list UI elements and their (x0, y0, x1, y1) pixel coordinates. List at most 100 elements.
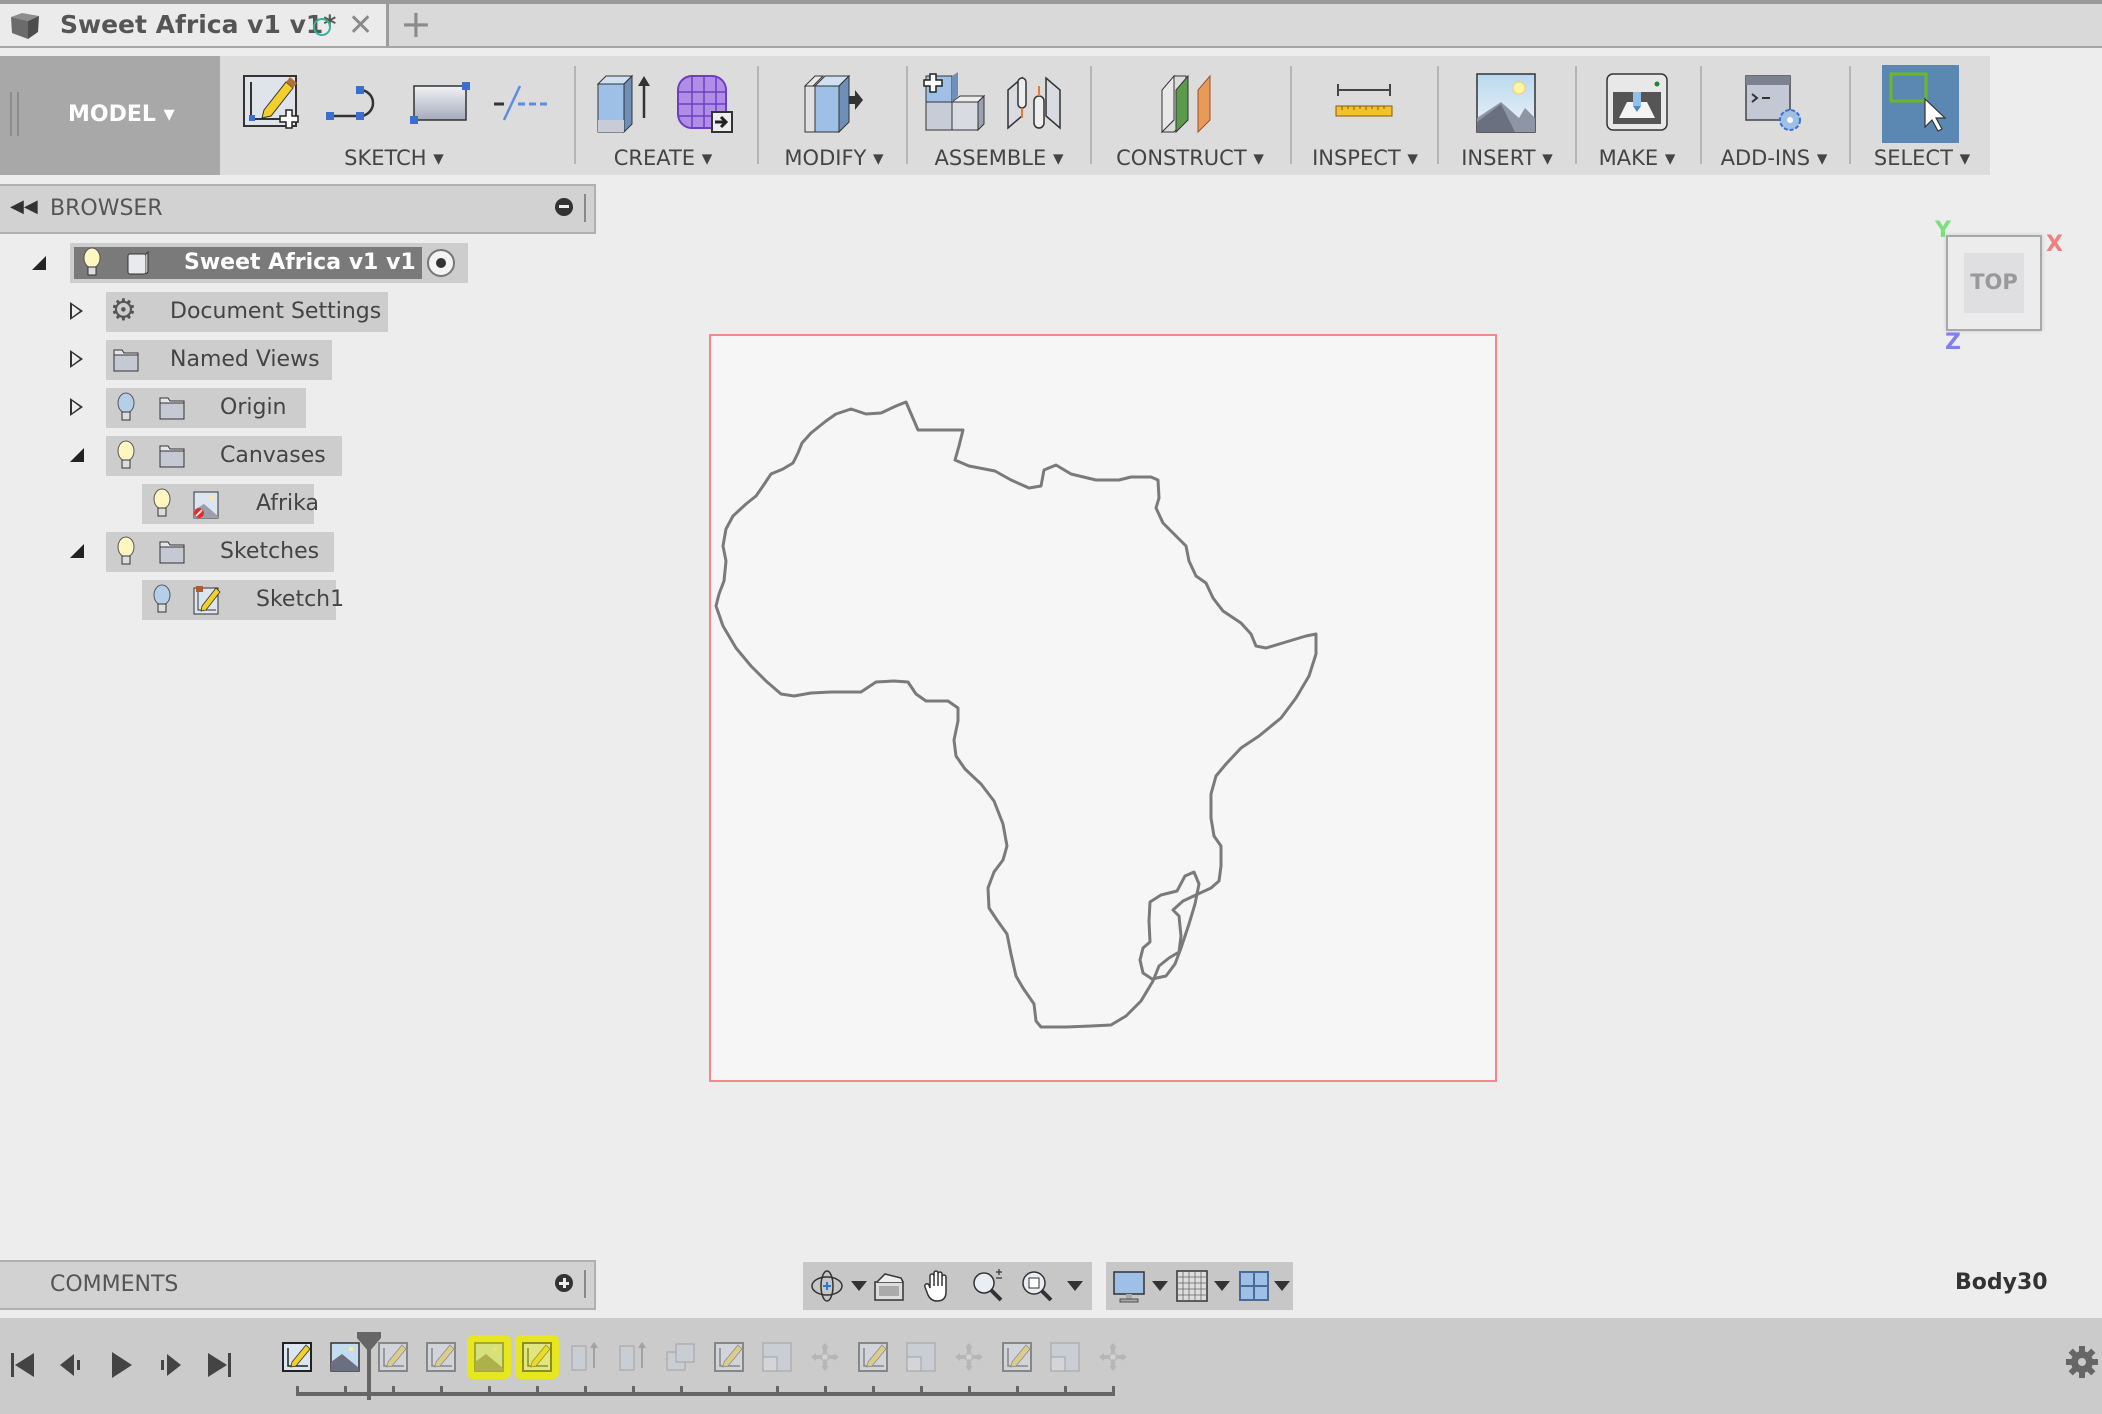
canvas-afrika[interactable] (709, 334, 1497, 1082)
rectangle-icon[interactable] (408, 72, 472, 136)
timeline-item-sketch-icon[interactable] (712, 1340, 746, 1374)
sketch-menu[interactable]: SKETCH ▾ (344, 146, 444, 170)
measure-icon[interactable] (1332, 72, 1396, 136)
look-at-icon[interactable] (871, 1268, 907, 1304)
form-icon[interactable] (672, 72, 736, 136)
expand-toggle-document-settings[interactable] (70, 302, 83, 320)
expand-toggle-origin[interactable] (70, 398, 83, 416)
lightbulb-off-icon[interactable] (152, 584, 172, 616)
timeline-item-sketch-icon[interactable] (856, 1340, 890, 1374)
timeline-item-move-icon[interactable] (808, 1340, 842, 1374)
timeline-item-extrude-icon[interactable] (568, 1340, 602, 1374)
step-back-icon[interactable] (55, 1348, 89, 1382)
timeline-item-sketch-icon[interactable] (1000, 1340, 1034, 1374)
grid-icon[interactable] (1174, 1268, 1210, 1304)
assemble-menu[interactable]: ASSEMBLE ▾ (934, 146, 1063, 170)
display-dropdown-icon[interactable] (1152, 1281, 1168, 1291)
timeline-item-sketch-icon[interactable] (424, 1340, 458, 1374)
timeline-item-sketch-icon[interactable] (520, 1340, 554, 1374)
timeline-item-combine-icon[interactable] (664, 1340, 698, 1374)
expand-toggle-canvases[interactable] (70, 448, 84, 462)
select-menu[interactable]: SELECT ▾ (1874, 146, 1970, 170)
extrude-icon[interactable] (592, 72, 656, 136)
timeline-item-body-icon[interactable] (1048, 1340, 1082, 1374)
timeline-item-canvas-icon[interactable] (472, 1340, 506, 1374)
timeline-marker[interactable] (357, 1332, 381, 1402)
lightbulb-on-icon[interactable] (82, 247, 102, 279)
lightbulb-on-icon[interactable] (152, 488, 172, 520)
browser-item-named-views[interactable]: Named Views (106, 340, 332, 380)
insert-menu[interactable]: INSERT ▾ (1461, 146, 1553, 170)
lightbulb-on-icon[interactable] (116, 440, 136, 472)
construct-menu[interactable]: CONSTRUCT ▾ (1116, 146, 1264, 170)
browser-item-afrika[interactable]: Afrika (142, 484, 319, 524)
orbit-dropdown-icon[interactable] (851, 1281, 867, 1291)
close-tab-icon[interactable]: ✕ (348, 8, 373, 43)
new-component-icon[interactable] (922, 72, 986, 136)
3d-print-icon[interactable] (1605, 72, 1669, 136)
new-tab-button[interactable]: + (400, 4, 432, 44)
timeline-item-sketch-icon[interactable] (280, 1340, 314, 1374)
view-cube[interactable]: TOP (1946, 235, 2042, 331)
lightbulb-off-icon[interactable] (116, 392, 136, 424)
addins-menu[interactable]: ADD-INS ▾ (1721, 146, 1828, 170)
press-pull-icon[interactable] (801, 72, 865, 136)
viewcube-face-top[interactable]: TOP (1964, 253, 2024, 313)
viewports-icon[interactable] (1236, 1268, 1272, 1304)
timeline-item-body-icon[interactable] (904, 1340, 938, 1374)
viewports-dropdown-icon[interactable] (1274, 1281, 1290, 1291)
zoom-icon[interactable] (970, 1268, 1006, 1304)
timeline-item-move-icon[interactable] (1096, 1340, 1130, 1374)
timeline-item-body-icon[interactable] (760, 1340, 794, 1374)
browser-pin-icon[interactable] (555, 198, 573, 216)
browser-item-sketches[interactable]: Sketches (106, 532, 334, 572)
grid-dropdown-icon[interactable] (1214, 1281, 1230, 1291)
play-icon[interactable] (104, 1348, 138, 1382)
activate-radio-icon[interactable] (427, 249, 455, 277)
browser-header[interactable]: ◀◀ BROWSER (0, 184, 596, 234)
toolbar-group-construct: CONSTRUCT ▾ (1092, 56, 1289, 175)
collapse-browser-icon[interactable]: ◀◀ (10, 196, 38, 217)
expand-toggle-sketches[interactable] (70, 544, 84, 558)
zoom-dropdown-icon[interactable] (1067, 1281, 1083, 1291)
document-tab[interactable]: Sweet Africa v1 v1* ✕ (0, 4, 389, 46)
select-button-active[interactable] (1882, 65, 1959, 143)
comments-resize-handle[interactable] (584, 1270, 586, 1298)
add-comment-icon[interactable] (555, 1274, 573, 1292)
scripts-addins-icon[interactable] (1742, 72, 1806, 136)
timeline-item-extrude-icon[interactable] (616, 1340, 650, 1374)
lightbulb-on-icon[interactable] (116, 536, 136, 568)
fit-icon[interactable] (1020, 1268, 1056, 1304)
toolbar-grip[interactable] (10, 92, 12, 136)
go-to-end-icon[interactable] (202, 1348, 236, 1382)
expand-toggle-root[interactable] (32, 256, 46, 270)
display-settings-icon[interactable] (1112, 1268, 1148, 1304)
browser-item-document-settings[interactable]: ⚙ Document Settings (106, 292, 388, 332)
workspace-switcher[interactable]: MODEL ▾ (0, 56, 220, 175)
comments-panel-header[interactable]: COMMENTS (0, 1260, 596, 1310)
y-axis-label: Y (1935, 218, 1951, 243)
joint-icon[interactable] (1002, 72, 1066, 136)
project-line-icon[interactable] (490, 72, 554, 136)
browser-item-root[interactable]: Sweet Africa v1 v1 (70, 243, 468, 283)
create-sketch-icon[interactable] (240, 72, 304, 136)
make-menu[interactable]: MAKE ▾ (1599, 146, 1676, 170)
create-menu[interactable]: CREATE ▾ (614, 146, 713, 170)
arc-icon[interactable] (322, 72, 386, 136)
offset-plane-icon[interactable] (1158, 72, 1222, 136)
orbit-icon[interactable] (809, 1268, 845, 1304)
timeline-item-move-icon[interactable] (952, 1340, 986, 1374)
timeline-item-sketch-icon[interactable] (376, 1340, 410, 1374)
inspect-menu[interactable]: INSPECT ▾ (1312, 146, 1418, 170)
pan-icon[interactable] (920, 1268, 956, 1304)
browser-item-sketch1[interactable]: Sketch1 (142, 580, 344, 620)
browser-resize-handle[interactable] (584, 194, 586, 222)
expand-toggle-named-views[interactable] (70, 350, 83, 368)
go-to-start-icon[interactable] (6, 1348, 40, 1382)
insert-image-icon[interactable] (1475, 72, 1539, 136)
modify-menu[interactable]: MODIFY ▾ (784, 146, 883, 170)
browser-item-canvases[interactable]: Canvases (106, 436, 342, 476)
step-forward-icon[interactable] (153, 1348, 187, 1382)
browser-item-origin[interactable]: Origin (106, 388, 306, 428)
timeline-settings-gear-icon[interactable] (2062, 1342, 2102, 1382)
